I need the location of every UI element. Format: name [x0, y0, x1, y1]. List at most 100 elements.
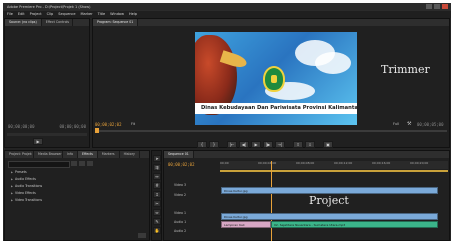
hand-tool-icon: ✋ — [154, 228, 160, 233]
play-icon: ▶ — [36, 139, 40, 144]
wrench-icon[interactable]: ⚒ — [407, 121, 411, 127]
tab-project[interactable]: Project: Projek 1 — [5, 151, 34, 158]
minimize-button[interactable] — [426, 4, 432, 9]
source-timecode-right: 00;00;00;00 — [59, 124, 87, 129]
effects-folder-audio-transitions[interactable]: Audio Transitions — [11, 184, 42, 188]
ruler-tick: 00;00;16;00 — [372, 161, 391, 165]
title-bar: Adobe Premiere Pro - D:\Project\Projek 1… — [3, 3, 451, 11]
export-frame-button[interactable]: ▣ — [323, 141, 333, 148]
ruler-tick: 00;00;20;00 — [410, 161, 429, 165]
effects-search-input[interactable] — [8, 161, 70, 168]
step-back-button[interactable]: ◀| — [239, 141, 249, 148]
timeline-playhead[interactable] — [271, 161, 272, 241]
selection-tool-button[interactable]: ➤ — [153, 155, 161, 162]
video-clip-v3[interactable]: Dinas Kultur.jpg — [221, 187, 438, 194]
track-select-tool-button[interactable]: ⇶ — [153, 164, 161, 171]
effects-folder-presets[interactable]: Presets — [11, 170, 27, 174]
source-timecode-left: 00;00;00;00 — [8, 124, 35, 129]
timeline-ruler[interactable]: 00;00 00;00;04;00 00;00;08;00 00;00;12;0… — [220, 161, 448, 169]
pen-tool-button[interactable]: ✎ — [153, 218, 161, 225]
video-caption: Dinas Kebudayaan Dan Pariwisata Provinsi… — [195, 103, 357, 114]
trimmer-label: Trimmer — [381, 63, 430, 76]
rolling-edit-tool-button[interactable]: # — [153, 182, 161, 189]
yuv-effects-icon[interactable] — [87, 161, 93, 166]
project-tabbar: Project: Projek 1 Media Browser Info Eff… — [5, 151, 149, 158]
program-tabbar: Program: Sequence 01 — [93, 19, 449, 26]
menu-marker[interactable]: Marker — [81, 11, 93, 18]
lift-button[interactable]: ⇧ — [293, 141, 303, 148]
source-tabbar: Source: (no clips) Effect Controls — [5, 19, 89, 26]
video-cloud — [315, 52, 351, 74]
effects-folder-video-effects[interactable]: Video Effects — [11, 191, 36, 195]
tab-media-browser[interactable]: Media Browser — [34, 151, 63, 158]
program-duration: 00;00;05;00 — [417, 122, 444, 127]
ruler-tick: 00;00 — [220, 161, 229, 165]
program-timecode: 00;00;02;02 — [95, 122, 122, 127]
tab-sequence-01[interactable]: Sequence 01 — [164, 151, 194, 158]
effects-folder-audio-effects[interactable]: Audio Effects — [11, 177, 36, 181]
close-button[interactable] — [442, 4, 448, 9]
menu-file[interactable]: File — [7, 11, 13, 18]
tab-source[interactable]: Source: (no clips) — [5, 19, 42, 26]
tab-markers[interactable]: Markers — [98, 151, 120, 158]
slip-tool-button[interactable]: ⇔ — [153, 209, 161, 216]
premiere-window: Adobe Premiere Pro - D:\Project\Projek 1… — [3, 3, 451, 241]
effects-folder-video-transitions[interactable]: Video Transitions — [11, 198, 42, 202]
project-panel: Project: Projek 1 Media Browser Info Eff… — [4, 150, 150, 241]
tab-effect-controls[interactable]: Effect Controls — [42, 19, 73, 26]
ruler-tick: 00;00;04;00 — [258, 161, 277, 165]
program-playhead[interactable] — [95, 128, 99, 133]
timeline-tabbar: Sequence 01 — [164, 151, 449, 158]
hand-tool-button[interactable]: ✋ — [153, 227, 161, 234]
province-seal — [263, 66, 285, 92]
razor-tool-button[interactable]: ✂ — [153, 200, 161, 207]
tab-effects[interactable]: Effects — [78, 151, 98, 158]
mark-in-button[interactable]: { — [197, 141, 207, 148]
source-time-ruler[interactable] — [7, 133, 87, 136]
tab-history[interactable]: History — [120, 151, 140, 158]
tab-program[interactable]: Program: Sequence 01 — [93, 19, 139, 26]
step-forward-icon: |▶ — [265, 142, 271, 147]
rate-stretch-tool-button[interactable]: ↕ — [153, 191, 161, 198]
mark-out-button[interactable]: } — [209, 141, 219, 148]
menu-sequence[interactable]: Sequence — [58, 11, 75, 18]
menu-title[interactable]: Title — [98, 11, 106, 18]
zoom-select[interactable]: Fit — [131, 122, 135, 126]
accelerated-effects-icon[interactable] — [71, 161, 77, 166]
track-header-video-2[interactable]: Video 2 — [164, 191, 220, 199]
step-forward-button[interactable]: |▶ — [263, 141, 273, 148]
tab-info[interactable]: Info — [63, 151, 79, 158]
menu-bar: File Edit Project Clip Sequence Marker T… — [3, 11, 451, 18]
maximize-button[interactable] — [434, 4, 440, 9]
audio-clip-a2-right[interactable]: 02. Sejahtera Nusantara - Sumatera Utara… — [271, 221, 438, 228]
go-to-in-button[interactable]: |← — [227, 141, 237, 148]
32bit-effects-icon[interactable] — [79, 161, 85, 166]
extract-button[interactable]: ⇩ — [305, 141, 315, 148]
program-time-ruler[interactable] — [95, 130, 447, 132]
ruler-tick: 00;00;08;00 — [296, 161, 315, 165]
menu-help[interactable]: Help — [129, 11, 137, 18]
program-video-frame: Dinas Kebudayaan Dan Pariwisata Provinsi… — [195, 32, 357, 125]
source-monitor-panel: Source: (no clips) Effect Controls 00;00… — [4, 18, 90, 148]
track-header-video-1[interactable]: Video 1 — [164, 209, 220, 217]
timeline-timecode: 00;00;02;02 — [168, 162, 195, 167]
audio-clip-a2-left[interactable]: Lampiran Kali — [221, 221, 271, 228]
new-bin-icon[interactable] — [138, 233, 146, 238]
track-header-video-3[interactable]: Video 3 — [164, 181, 220, 189]
selection-tool-icon: ➤ — [155, 156, 159, 161]
menu-edit[interactable]: Edit — [18, 11, 25, 18]
menu-clip[interactable]: Clip — [47, 11, 54, 18]
resolution-select[interactable]: Full — [393, 122, 399, 126]
play-stop-button[interactable]: ▶ — [251, 141, 261, 148]
audio-clip-a1[interactable]: Dinas Kultur.jpg — [221, 213, 438, 220]
go-to-out-button[interactable]: →| — [275, 141, 285, 148]
track-header-audio-1[interactable]: Audio 1 — [164, 218, 220, 226]
ruler-tick: 00;00;12;00 — [334, 161, 353, 165]
ripple-edit-tool-button[interactable]: ↔ — [153, 173, 161, 180]
menu-project[interactable]: Project — [30, 11, 42, 18]
work-area-bar[interactable] — [220, 170, 448, 172]
source-play-button[interactable]: ▶ — [33, 138, 43, 145]
track-header-audio-2[interactable]: Audio 2 — [164, 227, 220, 235]
play-icon: ▶ — [254, 142, 258, 147]
menu-window[interactable]: Window — [110, 11, 124, 18]
